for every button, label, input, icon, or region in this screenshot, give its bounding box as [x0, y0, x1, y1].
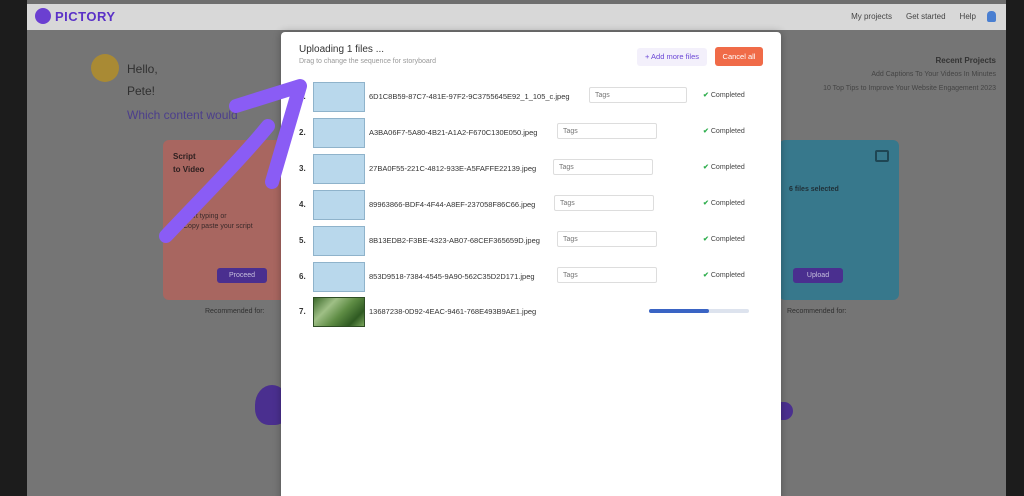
tags-input[interactable]	[557, 123, 657, 139]
file-number: 1.	[299, 92, 306, 101]
tags-input[interactable]	[557, 267, 657, 283]
add-more-files-button[interactable]: + Add more files	[637, 48, 707, 66]
file-number: 5.	[299, 236, 306, 245]
cancel-all-button[interactable]: Cancel all	[715, 47, 763, 66]
file-thumbnail	[313, 226, 365, 256]
file-row[interactable]: 7. 13687238-0D92-4EAC-9461-768E493B9AE1.…	[299, 297, 765, 327]
file-number: 7.	[299, 307, 306, 316]
tags-input[interactable]	[553, 159, 653, 175]
files-selected-label: 6 files selected	[789, 186, 839, 193]
recommended-right: Recommended for:	[787, 308, 847, 315]
status-label: Completed	[710, 236, 745, 243]
modal-subtitle: Drag to change the sequence for storyboa…	[299, 58, 436, 65]
file-row[interactable]: 1. 6D1C8B59-87C7-481E-97F2-9C3755645E92_…	[299, 82, 765, 112]
greeting-hello: Hello,	[127, 62, 158, 76]
nav-links: My projects Get started Help	[851, 12, 976, 21]
file-thumbnail	[313, 190, 365, 220]
nav-link-my-projects[interactable]: My projects	[851, 12, 892, 21]
tags-input[interactable]	[589, 87, 687, 103]
modal-title: Uploading 1 files ...	[299, 44, 385, 55]
file-number: 4.	[299, 200, 306, 209]
app-screen: PICTORY My projects Get started Help Hel…	[27, 0, 1006, 496]
file-row[interactable]: 2. A3BA06F7-5A80-4B21-A1A2-F670C130E050.…	[299, 118, 765, 148]
file-thumbnail	[313, 262, 365, 292]
greeting: Hello, Pete!	[127, 58, 158, 102]
file-name: 8B13EDB2-F3BE-4323-AB07-68CEF365659D.jpe…	[369, 236, 540, 245]
check-icon: ✔	[703, 236, 709, 243]
file-row[interactable]: 3. 27BA0F55-221C-4812-933E-A5FAFFE22139.…	[299, 154, 765, 184]
nav-link-get-started[interactable]: Get started	[906, 12, 946, 21]
file-row[interactable]: 4. 89963866-BDF4-4F44-A8EF-237058F86C66.…	[299, 190, 765, 220]
logo-text: PICTORY	[55, 8, 116, 24]
script-to-video-card: Script to Video Start typing or Copy pas…	[163, 140, 293, 300]
file-name: 27BA0F55-221C-4812-933E-A5FAFFE22139.jpe…	[369, 164, 537, 173]
status-label: Completed	[710, 164, 745, 171]
visuals-to-video-card: 6 files selected Upload	[779, 140, 899, 300]
file-row[interactable]: 5. 8B13EDB2-F3BE-4323-AB07-68CEF365659D.…	[299, 226, 765, 256]
user-avatar-icon[interactable]	[987, 11, 996, 22]
check-icon: ✔	[703, 272, 709, 279]
folder-image-icon	[875, 150, 889, 162]
card-description: Start typing or Copy paste your script	[183, 212, 253, 232]
file-name: 853D9518-7384-4545-9A90-562C35D2D171.jpe…	[369, 272, 535, 281]
check-icon: ✔	[703, 128, 709, 135]
status-completed: ✔ Completed	[703, 271, 745, 279]
card-title-line: to Video	[173, 165, 205, 174]
status-completed: ✔ Completed	[703, 163, 745, 171]
file-name: 6D1C8B59-87C7-481E-97F2-9C3755645E92_1_1…	[369, 92, 570, 101]
recommended-left: Recommended for:	[205, 308, 265, 315]
check-icon: ✔	[703, 200, 709, 207]
status-label: Completed	[710, 200, 745, 207]
tags-input[interactable]	[557, 231, 657, 247]
check-icon: ✔	[703, 164, 709, 171]
file-name: 13687238-0D92-4EAC-9461-768E493B9AE1.jpe…	[369, 307, 537, 316]
logo[interactable]: PICTORY	[35, 8, 116, 24]
card-description-line: Start typing or	[183, 213, 227, 220]
check-icon: ✔	[703, 92, 709, 99]
upload-progress-fill	[649, 309, 709, 313]
tags-input[interactable]	[554, 195, 654, 211]
file-thumbnail	[313, 118, 365, 148]
content-question: Which content would	[127, 108, 238, 122]
nav-link-help[interactable]: Help	[960, 12, 976, 21]
file-name: 89963866-BDF4-4F44-A8EF-237058F86C66.jpe…	[369, 200, 536, 209]
card-title-line: Script	[173, 152, 196, 161]
top-nav: PICTORY My projects Get started Help	[27, 4, 1006, 30]
recent-projects: Recent Projects Add Captions To Your Vid…	[823, 54, 996, 96]
greeting-name: Pete!	[127, 84, 156, 98]
status-label: Completed	[710, 92, 745, 99]
file-number: 2.	[299, 128, 306, 137]
upload-modal: Uploading 1 files ... Drag to change the…	[281, 32, 781, 496]
file-thumbnail-photo	[313, 297, 365, 327]
proceed-button[interactable]: Proceed	[217, 268, 267, 283]
status-completed: ✔ Completed	[703, 235, 745, 243]
status-label: Completed	[710, 128, 745, 135]
file-number: 6.	[299, 272, 306, 281]
waving-hand-icon	[91, 54, 119, 82]
card-description-line: Copy paste your script	[183, 223, 253, 230]
upload-progress-bar	[649, 309, 749, 313]
recent-project-item[interactable]: 10 Top Tips to Improve Your Website Enga…	[823, 82, 996, 96]
upload-button[interactable]: Upload	[793, 268, 843, 283]
recent-projects-title: Recent Projects	[935, 56, 996, 65]
file-row[interactable]: 6. 853D9518-7384-4545-9A90-562C35D2D171.…	[299, 262, 765, 292]
file-name: A3BA06F7-5A80-4B21-A1A2-F670C130E050.jpe…	[369, 128, 538, 137]
file-thumbnail	[313, 82, 365, 112]
file-thumbnail	[313, 154, 365, 184]
file-number: 3.	[299, 164, 306, 173]
status-label: Completed	[710, 272, 745, 279]
octopus-logo-icon	[35, 8, 51, 24]
recent-project-item[interactable]: Add Captions To Your Videos In Minutes	[823, 68, 996, 82]
status-completed: ✔ Completed	[703, 199, 745, 207]
status-completed: ✔ Completed	[703, 127, 745, 135]
video-frame: PICTORY My projects Get started Help Hel…	[0, 0, 1024, 496]
card-title: Script to Video	[173, 150, 204, 176]
status-completed: ✔ Completed	[703, 91, 745, 99]
